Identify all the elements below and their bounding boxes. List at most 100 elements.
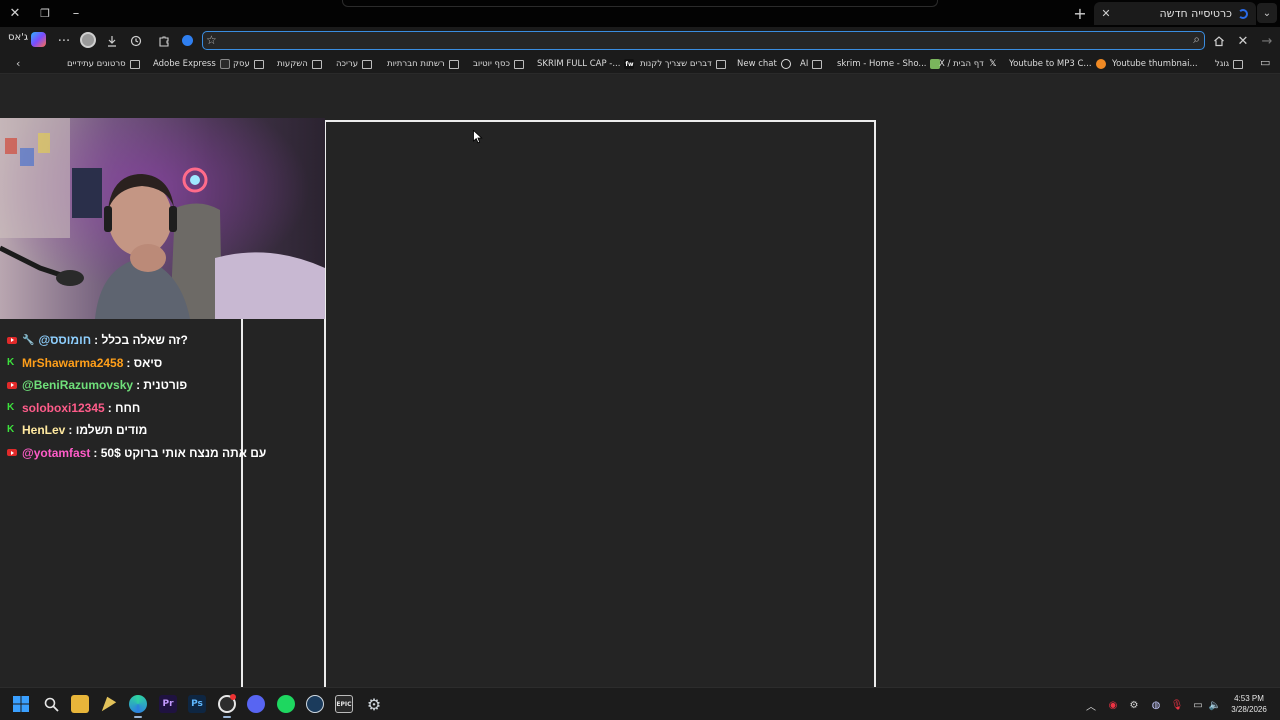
bookmark-folder[interactable]: כסף יוטיוב [473, 57, 525, 71]
chat-message: @BeniRazumovsky : פורטנית [7, 374, 307, 397]
premiere-pro-icon[interactable]: Pr [159, 695, 177, 713]
bookmarks-more-icon[interactable]: ▭ [1260, 56, 1270, 69]
folder-icon [253, 59, 264, 69]
search-icon[interactable]: ⌕ [1193, 32, 1200, 47]
file-explorer-icon[interactable] [71, 695, 89, 713]
chat-username: soloboxi12345 [22, 400, 105, 415]
microphone-icon[interactable]: 🎙 [1170, 698, 1184, 712]
account-icon[interactable] [80, 32, 96, 48]
tab-close-icon[interactable]: ✕ [1098, 5, 1114, 21]
bookmark-folder[interactable]: AI [800, 57, 823, 71]
profile-label[interactable]: ג'אס [8, 32, 28, 43]
mouse-cursor-icon [473, 130, 483, 144]
windows-start-icon[interactable] [12, 695, 30, 713]
kick-badge-icon: K [7, 401, 15, 413]
discord-icon[interactable] [247, 695, 265, 713]
bookmark-label: גוגל [1215, 59, 1230, 69]
address-bar[interactable]: ☆ ⌕ [202, 31, 1205, 50]
tab-title: כרטיסייה חדשה [1159, 7, 1232, 20]
active-app-indicator [134, 716, 142, 718]
spotify-icon[interactable] [277, 695, 295, 713]
bookmark-folder[interactable]: גוגל [1215, 57, 1244, 71]
edge-shield-icon[interactable] [182, 35, 193, 46]
copilot-icon[interactable] [31, 32, 46, 47]
chat-message: @yotamfast : 50$ עם אתה מנצח אותי ברוקט [7, 442, 307, 465]
bookmark-folder[interactable]: עסק [233, 57, 264, 71]
paint-icon[interactable] [101, 696, 117, 712]
window-restore-button[interactable]: ❐ [34, 4, 56, 22]
more-icon[interactable]: ··· [54, 31, 74, 51]
moderator-wrench-icon: 🔧 [22, 334, 35, 346]
folder-icon [812, 59, 823, 69]
youtube-badge-icon [7, 449, 17, 457]
favorite-star-icon[interactable]: ☆ [206, 33, 217, 47]
tray-app-icon[interactable]: ⚙ [1127, 698, 1141, 712]
home-icon[interactable] [1209, 31, 1229, 51]
system-clock[interactable]: 4:53 PM 3/28/2026 [1226, 693, 1272, 715]
settings-gear-icon[interactable]: ⚙ [365, 695, 383, 714]
search-icon[interactable] [42, 695, 60, 713]
tray-app-red-icon[interactable]: ◉ [1106, 698, 1120, 712]
bookmark-label: New chat [737, 59, 777, 69]
bookmark-folder[interactable]: סרטונים עתידיים [67, 57, 140, 71]
volume-icon[interactable]: 🔈 [1208, 698, 1222, 712]
window-minimize-button[interactable]: – [65, 4, 87, 22]
bookmark-label: Youtube to MP3 C... [1009, 59, 1092, 69]
chat-text: : מודים תשלמו [68, 423, 148, 438]
history-icon[interactable] [126, 31, 146, 51]
bookmark-label: Youtube thumbnai... [1112, 59, 1198, 69]
bookmark-label: סרטונים עתידיים [67, 59, 126, 69]
bookmark-item[interactable]: Youtube to MP3 C... [1009, 57, 1106, 71]
steam-icon[interactable] [306, 695, 324, 713]
kick-badge-icon: K [7, 356, 15, 368]
bookmark-item[interactable]: New chat [737, 57, 791, 71]
photoshop-icon[interactable]: Ps [188, 695, 206, 713]
new-tab-button[interactable]: + [1071, 4, 1089, 23]
webcam-image [0, 118, 325, 319]
edge-browser-icon[interactable] [129, 695, 147, 713]
tray-discord-icon[interactable]: ◍ [1149, 698, 1163, 712]
bookmark-folder[interactable]: רשתות חברתיות [387, 57, 459, 71]
network-icon[interactable]: ▭ [1191, 698, 1205, 712]
bookmark-folder[interactable]: עריכה [336, 57, 373, 71]
folder-icon [514, 59, 525, 69]
adobe-express-icon [219, 59, 230, 69]
epic-games-icon[interactable]: EPIC [335, 695, 353, 713]
tab-new-tab[interactable]: כרטיסייה חדשה ✕ [1094, 2, 1256, 25]
x-logo-icon: 𝕏 [989, 59, 997, 69]
bookmark-item[interactable]: skrim - Home - Sho... [837, 57, 941, 71]
chat-username: @yotamfast [22, 445, 91, 460]
chat-text: : פורטנית [136, 378, 188, 393]
bookmark-label: SKRIM FULL CAP -... [537, 59, 621, 69]
extensions-icon[interactable] [154, 31, 174, 51]
bookmark-label: X / דף הבית [939, 59, 984, 69]
stop-icon[interactable]: ✕ [1233, 31, 1253, 51]
bookmark-label: רשתות חברתיות [387, 59, 445, 69]
bookmark-item[interactable]: X / דף הבית 𝕏 [939, 57, 998, 71]
window-close-button[interactable]: ✕ [4, 4, 26, 22]
folder-icon [715, 59, 726, 69]
bookmark-folder[interactable]: דברים שצריך לקנות [640, 57, 726, 71]
window-notch [342, 0, 938, 7]
download-icon[interactable] [102, 31, 122, 51]
kick-badge-icon: K [7, 424, 15, 436]
bookmark-item[interactable]: Adobe Express [153, 57, 230, 71]
bookmark-item[interactable]: SKRIM FULL CAP -... fw [537, 57, 635, 71]
bookmark-item[interactable]: Youtube thumbnai... [1112, 57, 1198, 71]
youtube-badge-icon [7, 381, 17, 389]
browser-toolbar: ג'אס ··· ☆ ⌕ ✕ → [0, 27, 1280, 54]
bookmark-label: Adobe Express [153, 59, 216, 69]
chat-message: 🔧 @חומוסס : זה שאלה בכלל? [7, 329, 307, 352]
bookmarks-overflow-chevron-icon[interactable]: ‹ [16, 57, 20, 70]
tab-list-button[interactable]: ⌄ [1257, 3, 1277, 23]
folder-icon [1233, 59, 1244, 69]
clock-time: 4:53 PM [1234, 694, 1264, 703]
tray-overflow-chevron-icon[interactable]: ︿ [1084, 698, 1098, 713]
bookmark-folder[interactable]: השקעות [277, 57, 322, 71]
bookmarks-bar: ‹ סרטונים עתידיים Adobe Express עסק השקע… [0, 54, 1280, 74]
chat-username: MrShawarma2458 [22, 355, 124, 370]
stream-canvas-frame [324, 120, 876, 720]
forward-icon[interactable]: → [1257, 31, 1277, 51]
chat-text: : זה שאלה בכלל? [94, 333, 188, 348]
webcam-overlay [0, 118, 325, 319]
